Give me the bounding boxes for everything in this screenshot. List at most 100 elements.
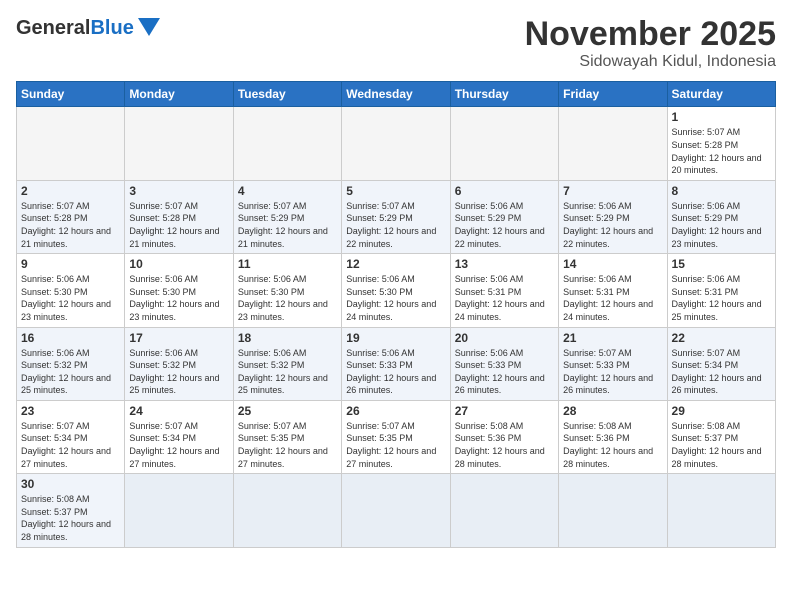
day-info: Sunrise: 5:06 AM Sunset: 5:32 PM Dayligh… <box>129 347 228 397</box>
day-number: 23 <box>21 404 120 418</box>
day-cell-16: 16 Sunrise: 5:06 AM Sunset: 5:32 PM Dayl… <box>17 327 125 400</box>
day-info: Sunrise: 5:06 AM Sunset: 5:31 PM Dayligh… <box>672 273 771 323</box>
day-info: Sunrise: 5:06 AM Sunset: 5:33 PM Dayligh… <box>346 347 445 397</box>
calendar-row-5: 23 Sunrise: 5:07 AM Sunset: 5:34 PM Dayl… <box>17 400 776 473</box>
calendar-row-6: 30 Sunrise: 5:08 AM Sunset: 5:37 PM Dayl… <box>17 474 776 547</box>
day-cell-4: 4 Sunrise: 5:07 AM Sunset: 5:29 PM Dayli… <box>233 180 341 253</box>
day-cell-21: 21 Sunrise: 5:07 AM Sunset: 5:33 PM Dayl… <box>559 327 667 400</box>
header: GeneralBlue November 2025 Sidowayah Kidu… <box>16 16 776 71</box>
day-info: Sunrise: 5:06 AM Sunset: 5:30 PM Dayligh… <box>238 273 337 323</box>
day-cell-7: 7 Sunrise: 5:06 AM Sunset: 5:29 PM Dayli… <box>559 180 667 253</box>
day-cell-3: 3 Sunrise: 5:07 AM Sunset: 5:28 PM Dayli… <box>125 180 233 253</box>
day-info: Sunrise: 5:07 AM Sunset: 5:35 PM Dayligh… <box>238 420 337 470</box>
day-info: Sunrise: 5:07 AM Sunset: 5:28 PM Dayligh… <box>21 200 120 250</box>
header-monday: Monday <box>125 82 233 107</box>
header-friday: Friday <box>559 82 667 107</box>
day-cell-8: 8 Sunrise: 5:06 AM Sunset: 5:29 PM Dayli… <box>667 180 775 253</box>
day-info: Sunrise: 5:06 AM Sunset: 5:33 PM Dayligh… <box>455 347 554 397</box>
day-number: 13 <box>455 257 554 271</box>
day-number: 16 <box>21 331 120 345</box>
empty-cell <box>125 107 233 180</box>
day-info: Sunrise: 5:08 AM Sunset: 5:36 PM Dayligh… <box>455 420 554 470</box>
day-number: 29 <box>672 404 771 418</box>
day-info: Sunrise: 5:08 AM Sunset: 5:37 PM Dayligh… <box>21 493 120 543</box>
day-cell-1: 1 Sunrise: 5:07 AM Sunset: 5:28 PM Dayli… <box>667 107 775 180</box>
day-cell-20: 20 Sunrise: 5:06 AM Sunset: 5:33 PM Dayl… <box>450 327 558 400</box>
day-number: 8 <box>672 184 771 198</box>
day-cell-2: 2 Sunrise: 5:07 AM Sunset: 5:28 PM Dayli… <box>17 180 125 253</box>
day-cell-19: 19 Sunrise: 5:06 AM Sunset: 5:33 PM Dayl… <box>342 327 450 400</box>
day-info: Sunrise: 5:07 AM Sunset: 5:34 PM Dayligh… <box>672 347 771 397</box>
day-cell-10: 10 Sunrise: 5:06 AM Sunset: 5:30 PM Dayl… <box>125 254 233 327</box>
empty-cell <box>559 474 667 547</box>
empty-cell <box>450 107 558 180</box>
empty-cell <box>233 474 341 547</box>
day-info: Sunrise: 5:07 AM Sunset: 5:34 PM Dayligh… <box>129 420 228 470</box>
day-cell-29: 29 Sunrise: 5:08 AM Sunset: 5:37 PM Dayl… <box>667 400 775 473</box>
day-info: Sunrise: 5:06 AM Sunset: 5:30 PM Dayligh… <box>346 273 445 323</box>
day-number: 21 <box>563 331 662 345</box>
day-cell-12: 12 Sunrise: 5:06 AM Sunset: 5:30 PM Dayl… <box>342 254 450 327</box>
empty-cell <box>450 474 558 547</box>
day-number: 17 <box>129 331 228 345</box>
header-thursday: Thursday <box>450 82 558 107</box>
logo-icon <box>138 18 160 41</box>
calendar-row-4: 16 Sunrise: 5:06 AM Sunset: 5:32 PM Dayl… <box>17 327 776 400</box>
day-number: 28 <box>563 404 662 418</box>
empty-cell <box>342 107 450 180</box>
day-number: 27 <box>455 404 554 418</box>
day-cell-14: 14 Sunrise: 5:06 AM Sunset: 5:31 PM Dayl… <box>559 254 667 327</box>
day-info: Sunrise: 5:06 AM Sunset: 5:32 PM Dayligh… <box>238 347 337 397</box>
day-info: Sunrise: 5:07 AM Sunset: 5:34 PM Dayligh… <box>21 420 120 470</box>
day-number: 5 <box>346 184 445 198</box>
day-info: Sunrise: 5:07 AM Sunset: 5:29 PM Dayligh… <box>238 200 337 250</box>
day-info: Sunrise: 5:07 AM Sunset: 5:28 PM Dayligh… <box>129 200 228 250</box>
empty-cell <box>342 474 450 547</box>
calendar-table: Sunday Monday Tuesday Wednesday Thursday… <box>16 81 776 547</box>
logo: GeneralBlue <box>16 16 160 41</box>
day-number: 4 <box>238 184 337 198</box>
day-number: 1 <box>672 110 771 124</box>
day-cell-22: 22 Sunrise: 5:07 AM Sunset: 5:34 PM Dayl… <box>667 327 775 400</box>
day-cell-25: 25 Sunrise: 5:07 AM Sunset: 5:35 PM Dayl… <box>233 400 341 473</box>
day-cell-18: 18 Sunrise: 5:06 AM Sunset: 5:32 PM Dayl… <box>233 327 341 400</box>
empty-cell <box>667 474 775 547</box>
day-number: 19 <box>346 331 445 345</box>
day-number: 26 <box>346 404 445 418</box>
day-cell-15: 15 Sunrise: 5:06 AM Sunset: 5:31 PM Dayl… <box>667 254 775 327</box>
day-cell-26: 26 Sunrise: 5:07 AM Sunset: 5:35 PM Dayl… <box>342 400 450 473</box>
day-cell-27: 27 Sunrise: 5:08 AM Sunset: 5:36 PM Dayl… <box>450 400 558 473</box>
day-info: Sunrise: 5:06 AM Sunset: 5:30 PM Dayligh… <box>21 273 120 323</box>
day-number: 7 <box>563 184 662 198</box>
calendar-title: November 2025 <box>525 16 776 53</box>
day-cell-5: 5 Sunrise: 5:07 AM Sunset: 5:29 PM Dayli… <box>342 180 450 253</box>
day-cell-6: 6 Sunrise: 5:06 AM Sunset: 5:29 PM Dayli… <box>450 180 558 253</box>
day-number: 20 <box>455 331 554 345</box>
day-info: Sunrise: 5:07 AM Sunset: 5:28 PM Dayligh… <box>672 126 771 176</box>
day-number: 6 <box>455 184 554 198</box>
calendar-subtitle: Sidowayah Kidul, Indonesia <box>525 53 776 71</box>
day-cell-13: 13 Sunrise: 5:06 AM Sunset: 5:31 PM Dayl… <box>450 254 558 327</box>
day-info: Sunrise: 5:06 AM Sunset: 5:32 PM Dayligh… <box>21 347 120 397</box>
empty-cell <box>17 107 125 180</box>
logo-text: GeneralBlue <box>16 17 134 40</box>
empty-cell <box>125 474 233 547</box>
day-cell-17: 17 Sunrise: 5:06 AM Sunset: 5:32 PM Dayl… <box>125 327 233 400</box>
day-cell-11: 11 Sunrise: 5:06 AM Sunset: 5:30 PM Dayl… <box>233 254 341 327</box>
day-number: 14 <box>563 257 662 271</box>
page: GeneralBlue November 2025 Sidowayah Kidu… <box>0 0 792 612</box>
header-saturday: Saturday <box>667 82 775 107</box>
day-number: 9 <box>21 257 120 271</box>
day-number: 15 <box>672 257 771 271</box>
day-info: Sunrise: 5:08 AM Sunset: 5:37 PM Dayligh… <box>672 420 771 470</box>
empty-cell <box>233 107 341 180</box>
day-number: 12 <box>346 257 445 271</box>
day-info: Sunrise: 5:07 AM Sunset: 5:35 PM Dayligh… <box>346 420 445 470</box>
day-number: 2 <box>21 184 120 198</box>
day-number: 3 <box>129 184 228 198</box>
day-info: Sunrise: 5:07 AM Sunset: 5:29 PM Dayligh… <box>346 200 445 250</box>
day-info: Sunrise: 5:06 AM Sunset: 5:29 PM Dayligh… <box>672 200 771 250</box>
day-cell-30: 30 Sunrise: 5:08 AM Sunset: 5:37 PM Dayl… <box>17 474 125 547</box>
day-cell-28: 28 Sunrise: 5:08 AM Sunset: 5:36 PM Dayl… <box>559 400 667 473</box>
weekday-header-row: Sunday Monday Tuesday Wednesday Thursday… <box>17 82 776 107</box>
